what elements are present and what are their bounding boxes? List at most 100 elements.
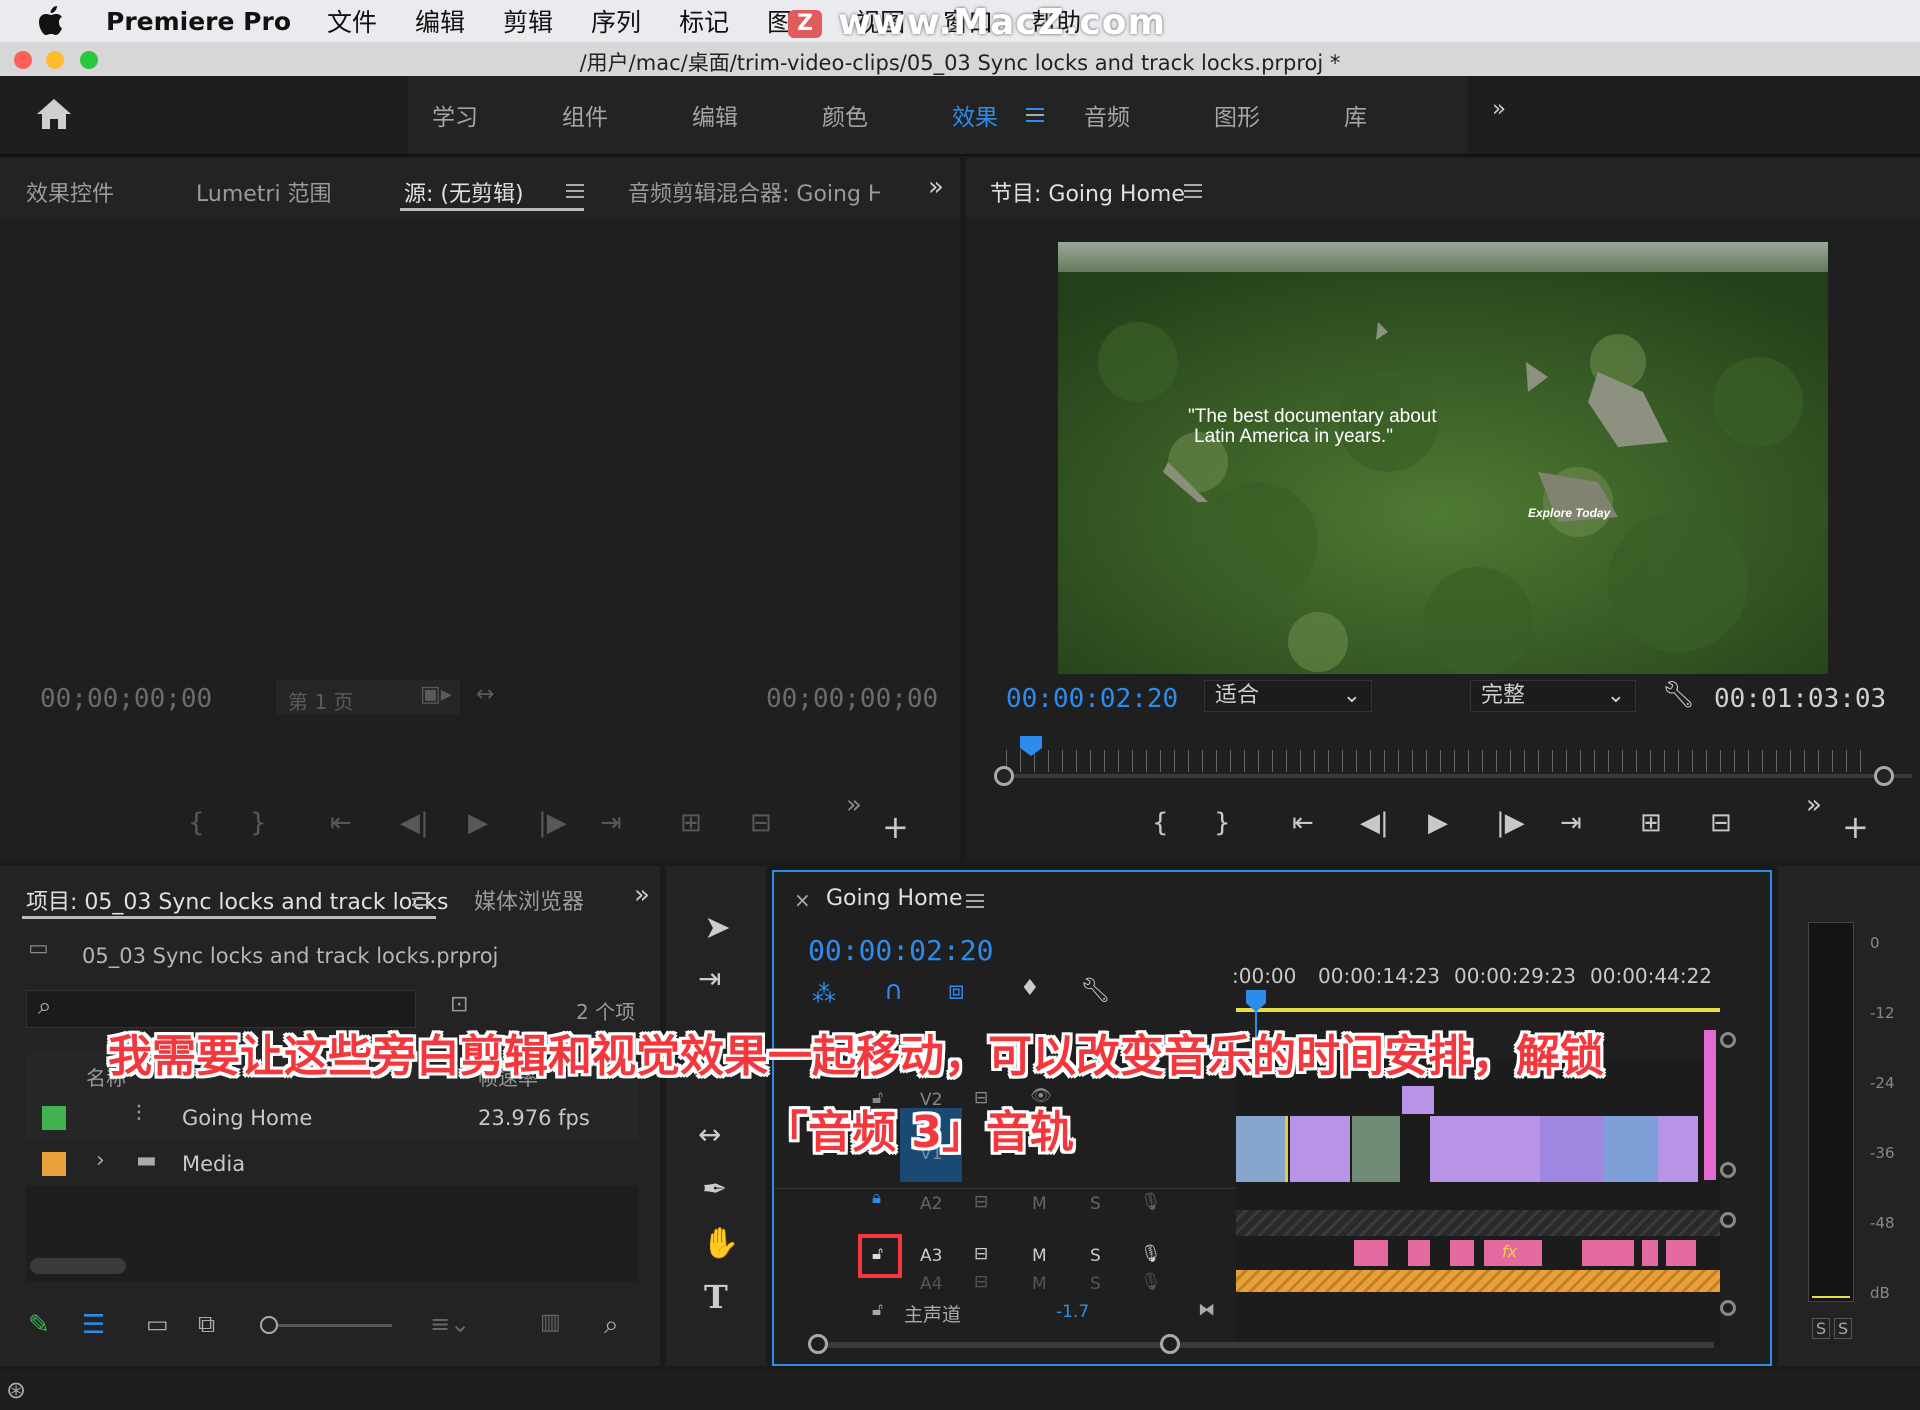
tab-source[interactable]: 源: (无剪辑) [404, 176, 524, 208]
menu-sequence[interactable]: 序列 [591, 3, 641, 39]
mute-button[interactable]: M [1032, 1246, 1047, 1266]
mark-out-icon[interactable]: } [250, 808, 267, 838]
fit-dropdown[interactable]: 适合 ⌄ [1204, 680, 1372, 712]
a3-clip[interactable] [1450, 1240, 1474, 1266]
horizontal-scrollbar[interactable] [30, 1258, 126, 1274]
workspace-libraries[interactable]: 库 [1344, 98, 1367, 132]
a3-clip[interactable] [1642, 1240, 1658, 1266]
play-icon[interactable]: ▶ [1428, 808, 1448, 838]
add-marker-icon[interactable]: ♦ [1020, 976, 1040, 1001]
go-to-in-icon[interactable]: ⇤ [1292, 808, 1314, 838]
scroll-handle[interactable] [1720, 1300, 1736, 1316]
creative-cloud-icon[interactable]: ⊛ [6, 1376, 26, 1404]
mute-button[interactable]: M [1032, 1274, 1047, 1294]
wrench-icon[interactable]: 🔧︎ [1662, 680, 1695, 710]
step-forward-icon[interactable]: |▶ [1496, 808, 1525, 838]
toggle-output-icon[interactable]: ⊟ [974, 1244, 988, 1264]
program-title[interactable]: 节目: Going Home [990, 176, 1185, 208]
toggle-output-icon[interactable]: ⊟ [974, 1272, 988, 1292]
a4-music-clip[interactable] [1236, 1270, 1720, 1292]
scroll-handle[interactable] [1720, 1032, 1736, 1048]
v1-clip[interactable] [1236, 1116, 1288, 1182]
zoom-handle-right[interactable] [1160, 1334, 1180, 1354]
toggle-output-icon[interactable]: ⊟ [974, 1192, 988, 1212]
microphone-icon[interactable]: 🎙︎ [1140, 1192, 1162, 1212]
workspace-audio[interactable]: 音频 [1084, 98, 1130, 132]
close-sequence-icon[interactable]: × [794, 888, 811, 912]
zoom-slider[interactable] [260, 1324, 392, 1327]
selection-tool-icon[interactable]: ➤ [704, 908, 731, 946]
sort-icon[interactable]: ≡⌄ [430, 1310, 470, 1338]
program-timecode[interactable]: 00:00:02:20 [1006, 684, 1178, 714]
go-to-out-icon[interactable]: ⇥ [600, 808, 622, 838]
program-menu-icon[interactable] [1184, 184, 1202, 198]
freeform-view-icon[interactable]: ⧉ [198, 1310, 215, 1338]
scroll-handle[interactable] [1720, 1162, 1736, 1178]
more-workspaces-icon[interactable]: » [1492, 96, 1506, 122]
a3-clip[interactable] [1354, 1240, 1388, 1266]
menu-clip[interactable]: 剪辑 [503, 3, 553, 39]
icon-view-icon[interactable]: ▭ [146, 1310, 169, 1338]
linked-selection-icon[interactable]: ⧈ [948, 976, 965, 1007]
more-controls-icon[interactable]: » [1806, 790, 1822, 820]
menu-markers[interactable]: 标记 [679, 3, 729, 39]
step-back-icon[interactable]: ◀| [400, 808, 429, 838]
timeline-settings-icon[interactable]: 🔧︎ [1080, 976, 1110, 1004]
menu-file[interactable]: 文件 [327, 3, 377, 39]
program-time-ruler[interactable] [1006, 750, 1866, 772]
zoom-slider-handle[interactable] [260, 1316, 278, 1334]
workspace-menu-icon[interactable] [1026, 108, 1044, 122]
tab-effect-controls[interactable]: 效果控件 [26, 176, 114, 208]
step-forward-icon[interactable]: |▶ [538, 808, 567, 838]
zoom-handle-right[interactable] [1874, 766, 1894, 786]
timeline-title[interactable]: Going Home [826, 886, 963, 911]
solo-right-button[interactable]: S [1834, 1318, 1853, 1339]
more-tabs-icon[interactable]: » [634, 880, 650, 910]
solo-left-button[interactable]: S [1812, 1318, 1831, 1339]
step-back-icon[interactable]: ◀| [1360, 808, 1389, 838]
lock-icon[interactable]: 🔒︎ [872, 1188, 881, 1208]
mark-out-icon[interactable]: } [1214, 808, 1231, 838]
solo-button[interactable]: S [1090, 1246, 1101, 1266]
v1-clip[interactable] [1658, 1116, 1698, 1182]
snap-icon[interactable]: ∩ [884, 976, 903, 1006]
track-select-tool-icon[interactable]: ⇥ [698, 962, 721, 995]
v1-clip[interactable] [1540, 1116, 1604, 1182]
program-video-frame[interactable]: "The best documentary about Latin Americ… [1058, 242, 1828, 674]
lock-icon[interactable]: 🔓︎ [872, 1300, 883, 1320]
workspace-effects[interactable]: 效果 [952, 98, 998, 132]
timeline-menu-icon[interactable] [966, 894, 984, 908]
workspace-learn[interactable]: 学习 [432, 98, 478, 132]
label-color-swatch[interactable] [42, 1106, 66, 1130]
pen-tool-icon[interactable]: ✒ [702, 1172, 727, 1207]
hand-tool-icon[interactable]: ✋ [702, 1226, 739, 1261]
workspace-color[interactable]: 颜色 [822, 98, 868, 132]
v1-clip-thumbnail[interactable] [1352, 1116, 1400, 1182]
solo-button[interactable]: S [1090, 1274, 1101, 1294]
mute-button[interactable]: M [1032, 1194, 1047, 1214]
add-button-icon[interactable]: + [1842, 808, 1869, 846]
mark-in-icon[interactable]: { [188, 808, 205, 838]
a3-clip-fx[interactable]: fx [1484, 1240, 1542, 1266]
v1-clip[interactable] [1430, 1116, 1540, 1182]
microphone-icon[interactable]: 🎙︎ [1140, 1272, 1162, 1292]
workspace-graphics[interactable]: 图形 [1214, 98, 1260, 132]
solo-button[interactable]: S [1090, 1194, 1101, 1214]
list-view-icon[interactable]: ☰ [82, 1310, 105, 1340]
source-timecode-in[interactable]: 00;00;00;00 [40, 684, 212, 714]
v2-clip[interactable] [1402, 1086, 1434, 1114]
slip-tool-icon[interactable]: ↔ [698, 1118, 721, 1151]
zoom-scrollbar[interactable] [1006, 774, 1912, 778]
zoom-handle-left[interactable] [994, 766, 1014, 786]
new-search-bin-icon[interactable]: ⊡ [450, 992, 468, 1017]
tab-media-browser[interactable]: 媒体浏览器 [474, 884, 584, 916]
lock-icon[interactable]: 🔓︎ [872, 1244, 883, 1264]
go-to-out-icon[interactable]: ⇥ [1560, 808, 1582, 838]
timeline-zoom-scrollbar[interactable] [816, 1342, 1714, 1348]
expand-chevron-icon[interactable]: › [96, 1148, 105, 1173]
source-timecode-duration[interactable]: 00;00;00;00 [766, 684, 938, 714]
a3-clip[interactable] [1582, 1240, 1634, 1266]
master-volume-value[interactable]: -1.7 [1056, 1302, 1089, 1322]
lift-icon[interactable]: ⊞ [1640, 808, 1662, 838]
more-controls-icon[interactable]: » [846, 790, 862, 820]
